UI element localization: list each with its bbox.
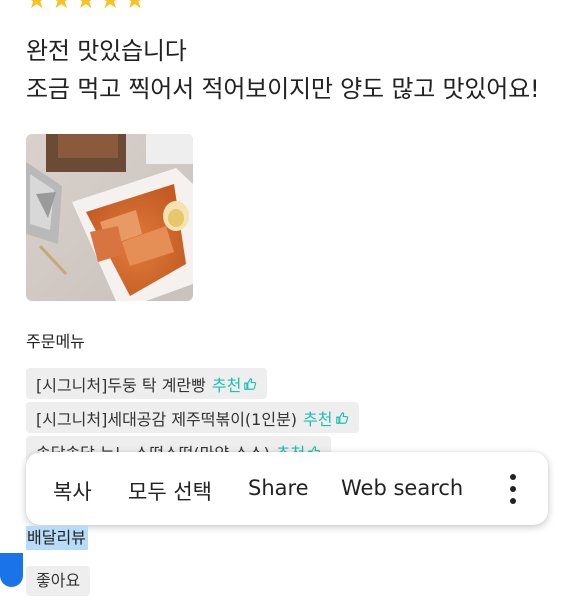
review-photo-image [26, 134, 193, 301]
menu-item-name: [시그니처]세대공감 제주떡볶이(1인분) [36, 409, 298, 429]
more-dot [510, 486, 516, 492]
review-line: 완전 맛있습니다 [26, 37, 187, 65]
star-icon: ★ [124, 0, 146, 14]
star-rating: ★ ★ ★ ★ ★ [26, 0, 146, 12]
star-icon: ★ [99, 0, 122, 14]
text-selection-context-menu: 복사 모두 선택 Share Web search [26, 452, 548, 525]
more-dot [510, 498, 516, 504]
share-button[interactable]: Share [248, 476, 309, 500]
star-icon: ★ [50, 0, 73, 14]
more-vertical-icon[interactable] [509, 474, 517, 504]
selection-handle[interactable] [0, 553, 23, 587]
review-line: 조금 먹고 찍어서 적어보이지만 양도 많고 맛있어요! [26, 75, 540, 103]
recommend-label: 추천 [211, 375, 242, 395]
select-all-button[interactable]: 모두 선택 [128, 476, 212, 506]
recommend-badge: 추천 [212, 372, 257, 396]
star-icon: ★ [26, 0, 48, 14]
review-body: 완전 맛있습니다 조금 먹고 찍어서 적어보이지만 양도 많고 맛있어요! [26, 32, 540, 108]
menu-item-name: [시그니처]두둥 탁 계란빵 [36, 375, 206, 395]
menu-chip[interactable]: [시그니처]두둥 탁 계란빵 추천 [26, 368, 268, 399]
recommend-badge: 추천 [303, 406, 348, 430]
tag-chip[interactable]: 좋아요 [26, 566, 91, 596]
order-menu-label: 주문메뉴 [26, 332, 85, 351]
recommend-label: 추천 [303, 409, 333, 429]
star-icon: ★ [75, 0, 97, 14]
selected-text[interactable]: 배달리뷰 [26, 526, 88, 550]
web-search-button[interactable]: Web search [341, 476, 463, 500]
menu-chip[interactable]: [시그니처]세대공감 제주떡볶이(1인분) 추천 [26, 402, 359, 433]
more-dot [510, 474, 516, 480]
review-photo[interactable] [26, 134, 193, 301]
copy-button[interactable]: 복사 [53, 476, 92, 506]
thumbs-up-icon [244, 377, 257, 390]
thumbs-up-icon [335, 411, 348, 424]
